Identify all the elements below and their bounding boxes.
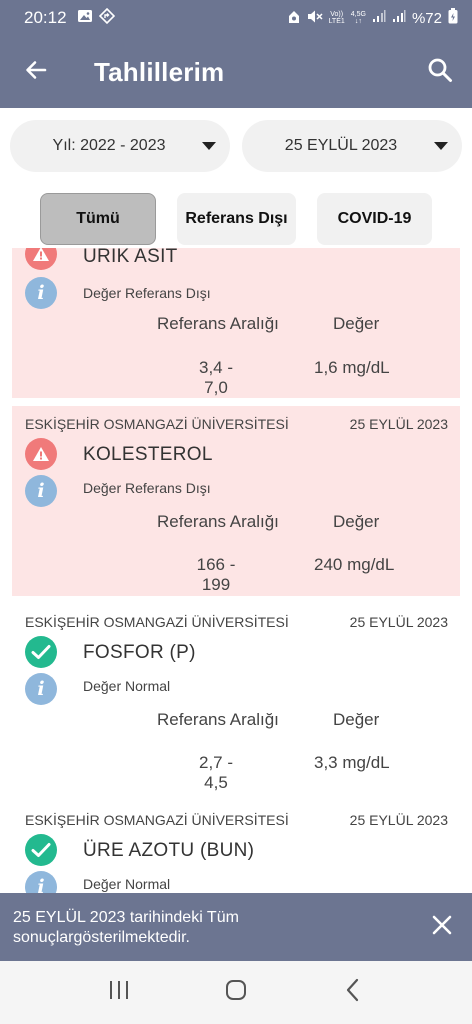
- lab-name: ESKİŞEHİR OSMANGAZİ ÜNİVERSİTESİ: [25, 614, 289, 630]
- lte-label: LTE1: [328, 18, 345, 25]
- check-icon: [25, 834, 57, 866]
- search-icon: [427, 57, 453, 88]
- date-dropdown[interactable]: 25 EYLÜL 2023: [242, 120, 462, 172]
- battery-icon: [448, 8, 458, 28]
- reference-range-header: Referans Aralığı: [157, 512, 279, 531]
- lab-name: ESKİŞEHİR OSMANGAZİ ÜNİVERSİTESİ: [25, 812, 289, 828]
- status-time: 20:12: [24, 8, 67, 27]
- result-status: Değer Normal: [83, 876, 171, 892]
- network-gen-label: 4,5G: [350, 11, 366, 18]
- lab-name: ESKİŞEHİR OSMANGAZİ ÜNİVERSİTESİ: [25, 416, 289, 432]
- result-card[interactable]: ESKİŞEHİR OSMANGAZİ ÜNİVERSİTESİ 25 EYLÜ…: [12, 406, 460, 596]
- filter-section: Yıl: 2022 - 2023 25 EYLÜL 2023 Tümü Refe…: [0, 108, 472, 248]
- filter-chip-covid[interactable]: COVID-19: [317, 193, 432, 245]
- results-list[interactable]: ÜRİK ASİT i Değer Referans Dışı Referans…: [0, 248, 472, 893]
- filter-chip-all[interactable]: Tümü: [40, 193, 156, 245]
- back-button[interactable]: [0, 36, 72, 108]
- status-bar: 20:12 Vo)) LTE1 4,5G ↓↑ %72: [0, 0, 472, 36]
- snackbar-close-button[interactable]: [428, 913, 456, 941]
- back-chevron-icon: [345, 978, 361, 1007]
- data-arrows-icon: ↓↑: [354, 18, 362, 25]
- info-icon[interactable]: i: [25, 871, 57, 893]
- reference-range-value: 3,4 - 7,0: [198, 358, 234, 397]
- mute-icon: [307, 9, 323, 28]
- home-icon: [224, 978, 248, 1007]
- volte-label: Vo)): [330, 11, 344, 18]
- value-header: Değer: [333, 314, 380, 333]
- network-gen-indicator: 4,5G ↓↑: [351, 11, 366, 25]
- signal-icon: [372, 9, 386, 27]
- reference-range-header: Referans Aralığı: [157, 710, 279, 729]
- recents-icon: [107, 979, 131, 1006]
- close-icon: [432, 915, 452, 940]
- test-name: KOLESTEROL: [83, 444, 213, 465]
- check-icon: [25, 636, 57, 668]
- test-name: FOSFOR (P): [83, 642, 196, 663]
- chevron-down-icon: [434, 142, 448, 150]
- app-bar: Tahlillerim: [0, 36, 472, 108]
- value-header: Değer: [333, 512, 380, 531]
- home-button[interactable]: [211, 968, 261, 1018]
- result-date: 25 EYLÜL 2023: [349, 812, 448, 828]
- filter-chip-out-of-range[interactable]: Referans Dışı: [177, 193, 296, 245]
- year-dropdown-label: Yıl: 2022 - 2023: [52, 137, 166, 154]
- result-card[interactable]: ESKİŞEHİR OSMANGAZİ ÜNİVERSİTESİ 25 EYLÜ…: [12, 802, 460, 893]
- signal-icon-2: [392, 9, 406, 27]
- value-header: Değer: [333, 710, 380, 729]
- result-status: Değer Normal: [83, 678, 171, 694]
- battery-percent: %72: [411, 9, 442, 27]
- snackbar: 25 EYLÜL 2023 tarihindeki Tüm sonuçlargö…: [0, 893, 472, 961]
- alarm-icon: [287, 9, 301, 28]
- system-back-button[interactable]: [328, 968, 378, 1018]
- reference-range-value: 2,7 - 4,5: [198, 753, 234, 792]
- result-date: 25 EYLÜL 2023: [349, 614, 448, 630]
- navigation-notification-icon: [98, 7, 115, 29]
- info-icon[interactable]: i: [25, 673, 57, 705]
- reference-range-header: Referans Aralığı: [157, 314, 279, 333]
- info-icon[interactable]: i: [25, 277, 57, 309]
- arrow-left-icon: [24, 58, 48, 87]
- warning-icon: [25, 438, 57, 470]
- result-date: 25 EYLÜL 2023: [349, 416, 448, 432]
- search-button[interactable]: [408, 36, 472, 108]
- result-value: 240 mg/dL: [314, 555, 395, 574]
- volte-indicator: Vo)) LTE1: [329, 11, 345, 25]
- recents-button[interactable]: [94, 968, 144, 1018]
- result-value: 3,3 mg/dL: [314, 753, 390, 772]
- warning-icon: [25, 248, 57, 270]
- result-status: Değer Referans Dışı: [83, 285, 211, 301]
- system-nav-bar: [0, 961, 472, 1024]
- snackbar-message: 25 EYLÜL 2023 tarihindeki Tüm sonuçlargö…: [13, 909, 239, 946]
- reference-range-value: 166 - 199: [196, 555, 236, 594]
- result-card[interactable]: ÜRİK ASİT i Değer Referans Dışı Referans…: [12, 248, 460, 398]
- test-name: ÜRİK ASİT: [83, 248, 178, 267]
- page-title: Tahlillerim: [94, 56, 225, 87]
- info-icon[interactable]: i: [25, 475, 57, 507]
- result-card[interactable]: ESKİŞEHİR OSMANGAZİ ÜNİVERSİTESİ 25 EYLÜ…: [12, 604, 460, 794]
- result-value: 1,6 mg/dL: [314, 358, 390, 377]
- date-dropdown-label: 25 EYLÜL 2023: [284, 137, 398, 154]
- gallery-notification-icon: [77, 8, 93, 29]
- chevron-down-icon: [202, 142, 216, 150]
- year-dropdown[interactable]: Yıl: 2022 - 2023: [10, 120, 230, 172]
- test-name: ÜRE AZOTU (BUN): [83, 840, 255, 861]
- result-status: Değer Referans Dışı: [83, 480, 211, 496]
